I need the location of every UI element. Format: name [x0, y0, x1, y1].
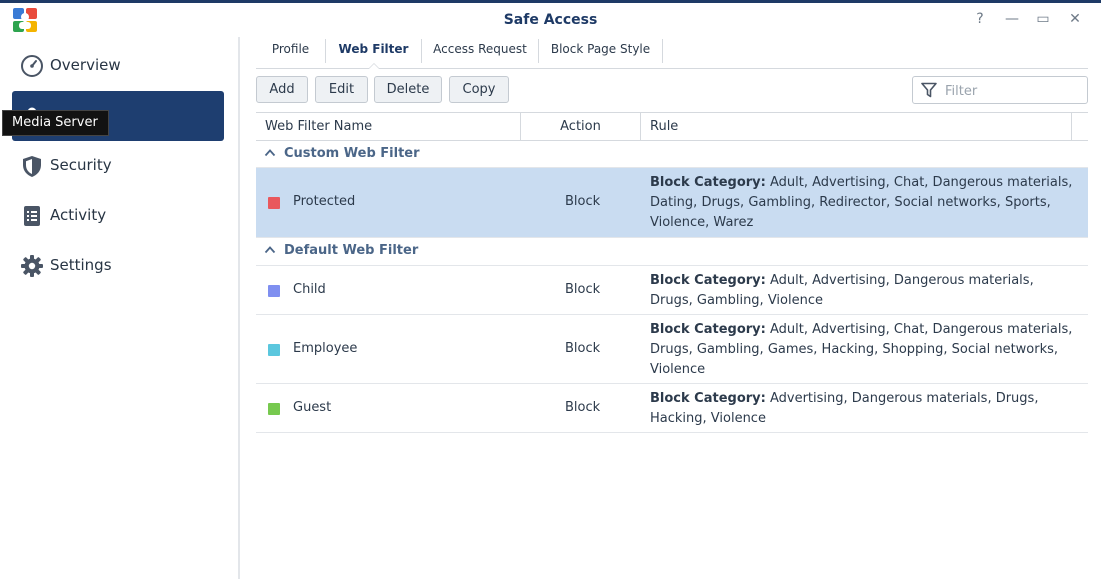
delete-button[interactable]: Delete [374, 76, 442, 103]
chevron-up-icon [264, 149, 276, 157]
tab-profile[interactable]: Profile [256, 37, 325, 68]
group-label: Default Web Filter [284, 243, 419, 258]
table-row[interactable]: Child Block Block Category: Adult, Adver… [256, 266, 1088, 315]
row-name: Guest [293, 400, 332, 415]
sidebar-item-label: Overview [50, 56, 121, 74]
shield-icon [23, 156, 41, 177]
sidebar-item-security[interactable]: Security [12, 141, 224, 191]
overview-gauge-icon [21, 55, 43, 77]
copy-button[interactable]: Copy [449, 76, 509, 103]
tab-label: Web Filter [338, 42, 409, 56]
profile-color-swatch [268, 285, 280, 297]
row-action: Block [565, 400, 601, 415]
row-rule: Block Category: Adult, Advertising, Dang… [650, 271, 1080, 311]
row-action: Block [565, 194, 601, 209]
add-button[interactable]: Add [256, 76, 308, 103]
row-action: Block [565, 341, 601, 356]
table-row[interactable]: Guest Block Block Category: Advertising,… [256, 384, 1088, 433]
rule-prefix: Block Category: [650, 391, 766, 406]
group-header-custom[interactable]: Custom Web Filter [256, 141, 1088, 168]
sidebar-item-overview[interactable]: Overview [12, 41, 224, 91]
minimize-button[interactable]: — [1003, 10, 1021, 28]
column-header-name[interactable]: Web Filter Name [256, 113, 520, 140]
close-button[interactable]: ✕ [1066, 10, 1084, 28]
filter-box[interactable] [912, 76, 1088, 104]
sidebar-item-activity[interactable]: Activity [12, 191, 224, 241]
row-rule: Block Category: Adult, Advertising, Chat… [650, 173, 1080, 233]
group-header-default[interactable]: Default Web Filter [256, 238, 1088, 266]
column-header-action[interactable]: Action [521, 113, 640, 140]
tab-bar: Profile Web Filter Access Request Block … [256, 37, 1088, 69]
gear-icon [21, 255, 43, 277]
sidebar-divider [238, 37, 240, 579]
sidebar-item-settings[interactable]: Settings [12, 241, 224, 291]
tab-block-page-style[interactable]: Block Page Style [539, 37, 662, 68]
sidebar-item-label: Security [50, 156, 112, 174]
funnel-filter-icon [921, 82, 937, 98]
grid-header: Web Filter Name Action Rule [256, 112, 1088, 141]
help-button[interactable]: ? [971, 10, 989, 28]
profile-color-swatch [268, 403, 280, 415]
rule-prefix: Block Category: [650, 273, 766, 288]
filter-input[interactable] [943, 80, 1085, 102]
column-header-rule[interactable]: Rule [641, 113, 1071, 140]
active-tab-indicator [367, 63, 380, 69]
rule-prefix: Block Category: [650, 322, 766, 337]
row-name: Employee [293, 341, 358, 356]
group-label: Custom Web Filter [284, 146, 420, 161]
row-action: Block [565, 282, 601, 297]
tab-web-filter[interactable]: Web Filter [326, 37, 421, 69]
profile-color-swatch [268, 344, 280, 356]
row-name: Protected [293, 194, 356, 209]
edit-button[interactable]: Edit [315, 76, 368, 103]
chevron-up-icon [264, 246, 276, 254]
row-rule: Block Category: Adult, Advertising, Chat… [650, 320, 1080, 380]
rule-prefix: Block Category: [650, 175, 766, 190]
table-row[interactable]: Protected Block Block Category: Adult, A… [256, 168, 1088, 238]
window-title: Safe Access [503, 12, 598, 28]
row-rule: Block Category: Advertising, Dangerous m… [650, 389, 1080, 429]
profile-color-swatch [268, 197, 280, 209]
activity-list-icon [24, 206, 40, 226]
column-separator[interactable] [1071, 113, 1072, 140]
tab-access-request[interactable]: Access Request [422, 37, 538, 68]
media-server-tooltip: Media Server [2, 110, 109, 136]
web-filter-grid: Web Filter Name Action Rule Custom Web F… [256, 112, 1088, 433]
sidebar-item-label: Activity [50, 206, 107, 224]
tab-separator [662, 39, 663, 63]
maximize-button[interactable]: ▭ [1034, 10, 1052, 28]
title-bar: Safe Access ? — ▭ ✕ [0, 3, 1101, 37]
row-name: Child [293, 282, 326, 297]
table-row[interactable]: Employee Block Block Category: Adult, Ad… [256, 315, 1088, 384]
sidebar-item-label: Settings [50, 256, 112, 274]
